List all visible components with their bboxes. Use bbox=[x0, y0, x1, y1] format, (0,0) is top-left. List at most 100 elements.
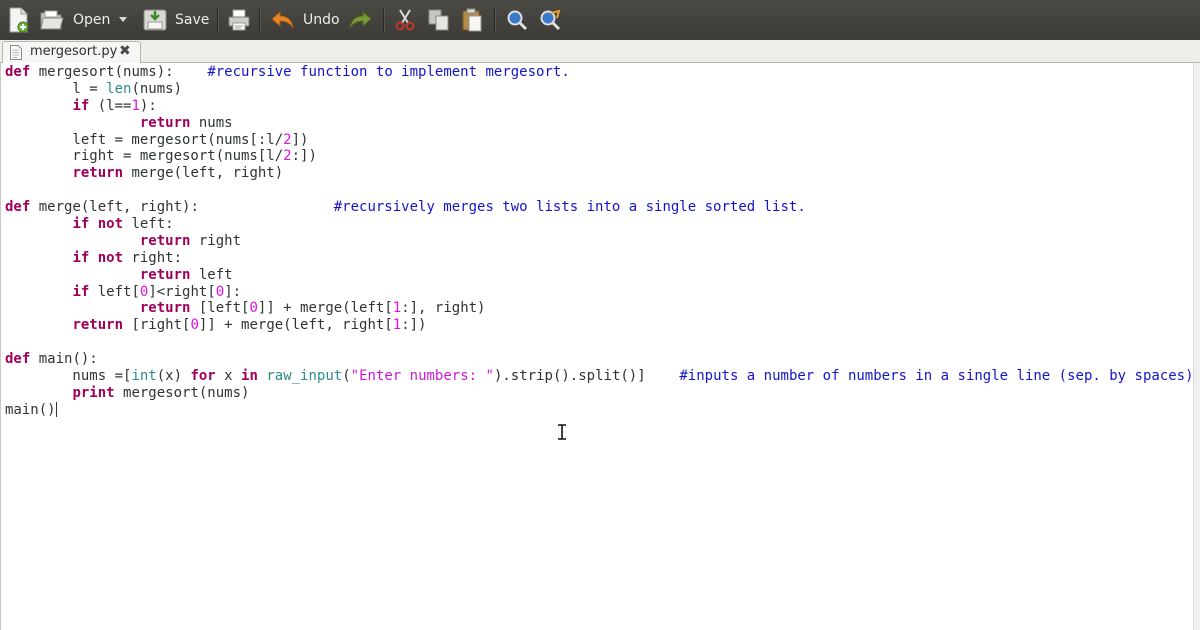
open-button[interactable]: Open bbox=[40, 0, 110, 40]
save-icon bbox=[143, 9, 167, 31]
code-token: 2 bbox=[283, 148, 292, 165]
code-line[interactable]: return [right[0]] + merge(left, right[1:… bbox=[5, 317, 1194, 334]
paste-button[interactable] bbox=[461, 0, 483, 40]
code-editor[interactable]: def mergesort(nums): #recursive function… bbox=[0, 63, 1200, 630]
save-button[interactable]: Save bbox=[143, 0, 209, 40]
scissors-icon bbox=[395, 9, 415, 31]
code-line[interactable]: if (l==1): bbox=[5, 98, 1194, 115]
code-token: 0 bbox=[215, 283, 225, 300]
code-token: [left[ bbox=[190, 300, 250, 317]
code-token: if bbox=[72, 97, 90, 114]
print-button[interactable] bbox=[228, 0, 250, 40]
code-line[interactable]: if not right: bbox=[5, 250, 1194, 267]
code-token: in bbox=[241, 368, 258, 385]
code-line[interactable]: def merge(left, right): #recursively mer… bbox=[5, 199, 1194, 216]
code-token: mergesort(nums): bbox=[30, 64, 208, 80]
code-line[interactable]: l = len(nums) bbox=[5, 81, 1194, 98]
code-line[interactable]: def mergesort(nums): #recursive function… bbox=[5, 64, 1194, 81]
cut-button[interactable] bbox=[395, 0, 415, 40]
new-document-button[interactable] bbox=[8, 0, 30, 40]
code-token: left[ bbox=[89, 283, 140, 300]
code-token: nums =[ bbox=[5, 368, 132, 385]
code-token: ]] + merge(left, right[ bbox=[198, 317, 393, 334]
code-line[interactable]: if not left: bbox=[5, 216, 1194, 233]
printer-icon bbox=[228, 9, 250, 31]
code-token: len bbox=[106, 80, 132, 97]
code-line[interactable]: main() bbox=[5, 401, 1194, 419]
code-token: [right[ bbox=[123, 317, 191, 334]
code-token: (x) bbox=[156, 368, 191, 385]
code-line[interactable]: return nums bbox=[5, 115, 1194, 132]
redo-button[interactable] bbox=[348, 0, 372, 40]
code-token: ( bbox=[342, 368, 351, 385]
tab-mergesort-py[interactable]: mergesort.py ✖ bbox=[2, 41, 141, 63]
code-token: 1 bbox=[392, 317, 402, 334]
text-caret bbox=[55, 401, 57, 417]
code-token: merge(left, right) bbox=[123, 165, 284, 182]
code-token: def bbox=[5, 199, 31, 216]
tab-filename: mergesort.py bbox=[30, 44, 118, 59]
code-line[interactable]: print mergesort(nums) bbox=[5, 385, 1194, 402]
code-token: raw_input bbox=[266, 368, 343, 385]
undo-arrow-icon bbox=[271, 10, 294, 29]
toolbar: Open Save Undo bbox=[0, 0, 1200, 41]
code-line[interactable]: return merge(left, right) bbox=[5, 165, 1194, 182]
code-token: l = bbox=[5, 80, 107, 97]
code-token: #recursively merges two lists into a sin… bbox=[333, 199, 806, 216]
code-token: ]<right[ bbox=[148, 283, 216, 300]
undo-button[interactable]: Undo bbox=[271, 0, 340, 40]
code-token: x bbox=[215, 368, 242, 385]
recent-files-dropdown[interactable] bbox=[119, 0, 127, 40]
code-token: return bbox=[139, 300, 191, 317]
code-token: 2 bbox=[283, 131, 292, 148]
find-replace-button[interactable] bbox=[539, 0, 561, 40]
code-line[interactable]: right = mergesort(nums[l/2:]) bbox=[5, 148, 1194, 165]
save-label: Save bbox=[175, 12, 210, 28]
code-token: def bbox=[5, 64, 31, 80]
code-line[interactable] bbox=[5, 334, 1194, 351]
code-line[interactable]: return [left[0]] + merge(left[1:], right… bbox=[5, 300, 1194, 317]
code-line[interactable]: return right bbox=[5, 233, 1194, 250]
code-token: :]) bbox=[401, 317, 427, 334]
code-token: (l== bbox=[89, 97, 132, 114]
code-text[interactable]: def mergesort(nums): #recursive function… bbox=[5, 64, 1194, 419]
code-line[interactable]: if left[0]<right[0]: bbox=[5, 284, 1194, 301]
document-tab-strip: mergesort.py ✖ bbox=[0, 40, 1200, 63]
code-token: merge(left, right): bbox=[30, 199, 334, 216]
copy-button[interactable] bbox=[428, 0, 450, 40]
find-replace-icon bbox=[540, 9, 561, 31]
copy-icon bbox=[428, 9, 449, 31]
code-line[interactable]: nums =[int(x) for x in raw_input("Enter … bbox=[5, 368, 1193, 385]
close-tab-icon[interactable]: ✖ bbox=[119, 43, 131, 59]
code-token: if bbox=[72, 283, 90, 300]
code-token: for bbox=[190, 368, 216, 385]
code-token: #recursive function to implement mergeso… bbox=[207, 64, 570, 80]
code-token: return bbox=[139, 266, 191, 283]
code-token: 1 bbox=[131, 97, 140, 114]
code-token: print bbox=[72, 384, 115, 401]
code-token: right: bbox=[123, 249, 183, 266]
clipboard-icon bbox=[462, 8, 482, 32]
code-token: (nums) bbox=[131, 80, 183, 97]
code-token: return bbox=[139, 114, 191, 131]
code-token: right bbox=[190, 232, 242, 249]
code-line[interactable]: return left bbox=[5, 267, 1194, 284]
code-line[interactable] bbox=[5, 182, 1194, 199]
code-line[interactable]: def main(): bbox=[5, 351, 1194, 368]
code-token: if not bbox=[72, 249, 124, 266]
code-token: ).strip().split()] bbox=[493, 368, 680, 385]
code-token: if not bbox=[72, 216, 124, 233]
find-button[interactable] bbox=[506, 0, 528, 40]
new-document-icon bbox=[9, 7, 29, 33]
vertical-scrollbar[interactable] bbox=[1193, 63, 1200, 630]
code-token: :], right) bbox=[401, 300, 486, 317]
code-line[interactable]: left = mergesort(nums[:l/2]) bbox=[5, 132, 1194, 149]
